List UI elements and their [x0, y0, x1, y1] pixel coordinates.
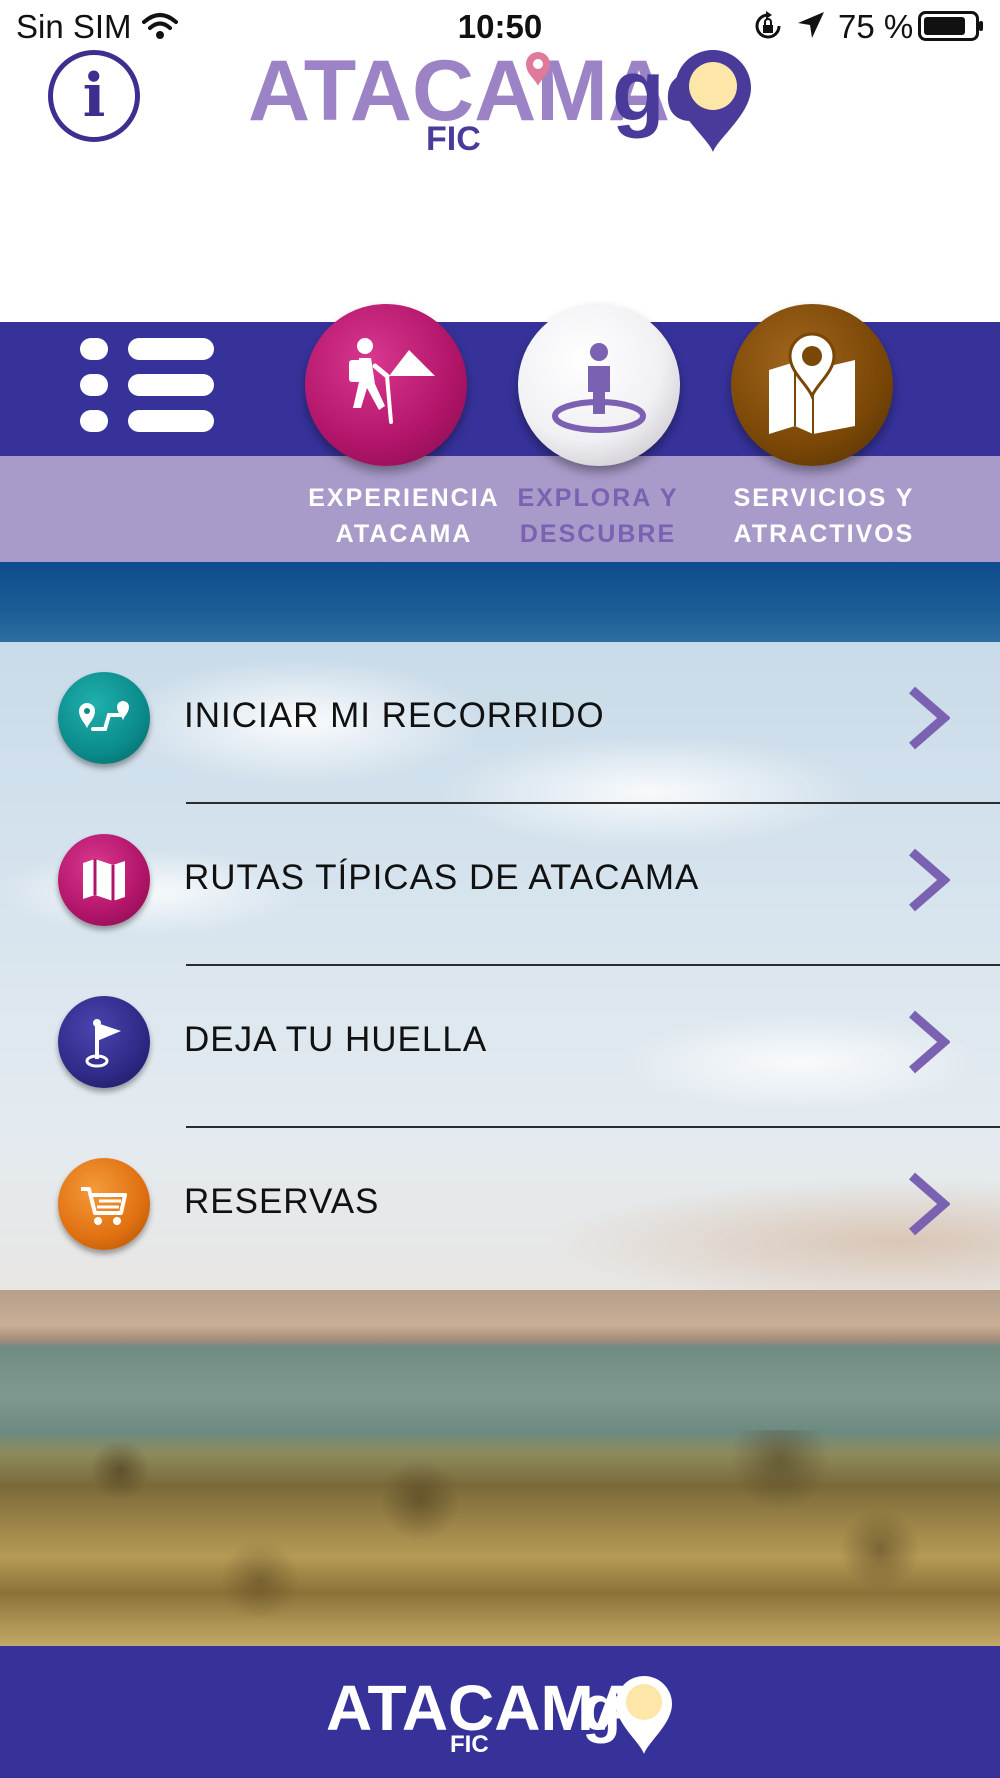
chevron-right-icon — [909, 1172, 950, 1236]
chevron-right-icon — [909, 848, 950, 912]
menu-item-iniciar-recorrido[interactable]: INICIAR MI RECORRIDO — [0, 642, 1000, 804]
background-sky — [0, 562, 1000, 642]
menu-list-button[interactable] — [80, 334, 216, 434]
battery-icon — [918, 11, 983, 41]
battery-percent: 75 % — [838, 8, 914, 45]
menu-item-deja-tu-huella[interactable]: DEJA TU HUELLA — [0, 966, 1000, 1128]
info-icon: i — [82, 61, 106, 131]
tab-explora-y-descubre[interactable] — [518, 304, 680, 466]
logo-fic-text: FIC — [426, 120, 481, 156]
map-icon — [83, 859, 125, 901]
info-button[interactable]: i — [48, 50, 140, 142]
flag-icon — [85, 1019, 121, 1068]
tab-label-servicios: SERVICIOS Y ATRACTIVOS — [733, 484, 915, 548]
lock-rotation-icon — [755, 11, 781, 39]
menu-item-label: RUTAS TÍPICAS DE ATACAMA — [184, 858, 700, 897]
tab-servicios-y-atractivos[interactable] — [731, 304, 893, 466]
location-arrow-icon — [798, 12, 824, 38]
footer-logo: ATACAMA go FIC — [326, 1672, 672, 1756]
cart-icon — [81, 1187, 127, 1225]
map-icon-badge — [58, 834, 150, 926]
status-bar: Sin SIM 10:50 75 % — [0, 0, 1000, 52]
menu-item-label: RESERVAS — [184, 1182, 380, 1221]
hiker-icon — [349, 338, 435, 424]
chevron-right-icon — [909, 686, 950, 750]
person-location-icon — [552, 343, 646, 433]
route-icon — [79, 701, 129, 731]
route-icon-badge — [58, 672, 150, 764]
chevron-right-icon — [909, 1010, 950, 1074]
map-pin-icon — [769, 332, 855, 434]
cart-icon-badge — [58, 1158, 150, 1250]
menu-item-rutas-tipicas[interactable]: RUTAS TÍPICAS DE ATACAMA — [0, 804, 1000, 966]
tab-label-explora: EXPLORA Y DESCUBRE — [517, 484, 679, 548]
menu-icon — [80, 338, 108, 360]
menu-item-label: INICIAR MI RECORRIDO — [184, 696, 605, 735]
menu-item-reservas[interactable]: RESERVAS — [0, 1128, 1000, 1290]
footer-logo-fic-text: FIC — [450, 1731, 489, 1756]
menu-item-label: DEJA TU HUELLA — [184, 1020, 488, 1059]
tab-label-experiencia: EXPERIENCIA ATACAMA — [308, 484, 500, 548]
tab-experiencia-atacama[interactable] — [305, 304, 467, 466]
flag-icon-badge — [58, 996, 150, 1088]
app-logo: ATACAMA go FIC — [248, 46, 751, 156]
landscape-vegetation — [0, 1430, 1000, 1646]
